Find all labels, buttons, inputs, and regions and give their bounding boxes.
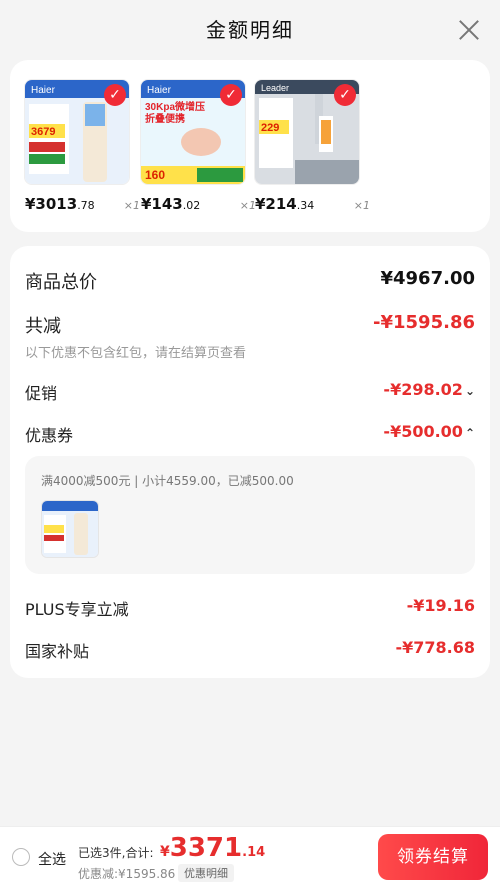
svg-text:Haier: Haier [147,85,172,96]
total-price-row: 商品总价 ¥4967.00 [25,268,475,293]
reduction-note: 以下优惠不包含红包，请在结算页查看 [25,346,247,361]
subsidy-label: 国家补贴 [25,642,90,661]
coupon-row[interactable]: 优惠券 -¥500.00 ⌃ [25,422,475,446]
product-list-card: Haier 3679 ✓ ¥3013.78 ×1 Haier 30Kpa微增压 … [10,60,490,232]
svg-text:229: 229 [261,122,279,134]
page-title: 金额明细 [206,18,294,42]
plus-label: PLUS专享立减 [25,600,129,619]
select-all-radio[interactable] [12,848,30,866]
promo-value[interactable]: -¥298.02 ⌄ [383,380,475,399]
discount-text: 优惠减:¥1595.86 [78,867,176,881]
product-image[interactable]: Leader 229 ✓ [254,79,360,185]
product-quantity: ×1 [353,199,370,212]
plus-value: -¥19.16 [406,596,475,615]
product-image[interactable]: Haier 3679 ✓ [24,79,130,185]
promo-row[interactable]: 促销 -¥298.02 ⌄ [25,380,475,404]
product-price: ¥143.02 [141,195,201,213]
promo-label: 促销 [25,384,58,403]
product-item[interactable]: Haier 30Kpa微增压 折叠便携 160 ✓ ¥143.02 ×1 [140,79,256,213]
svg-text:折叠便携: 折叠便携 [145,112,185,125]
svg-text:3679: 3679 [31,126,55,138]
chevron-down-icon[interactable]: ⌄ [465,384,475,398]
product-price: ¥3013.78 [25,195,95,213]
coupon-detail-box: 满4000减500元 | 小计4559.00，已减500.00 [25,456,475,574]
total-price-value: ¥4967.00 [380,268,475,289]
coupon-detail-text: 满4000减500元 | 小计4559.00，已减500.00 [41,474,294,488]
checkout-bar: 全选 已选3件,合计: ¥3371.14 优惠减:¥1595.86 优惠明细 领… [0,826,500,882]
chevron-up-icon[interactable]: ⌃ [465,426,475,440]
selected-check-icon[interactable]: ✓ [104,84,126,106]
discount-detail-button[interactable]: 优惠明细 [178,864,234,882]
selected-check-icon[interactable]: ✓ [334,84,356,106]
header-bar: 金额明细 [0,0,500,58]
total-amount: ¥3371.14 [160,833,266,863]
subsidy-row: 国家补贴 -¥778.68 [25,638,475,662]
selected-count: 已选3件,合计: [78,846,154,860]
reduction-label: 共减 [25,316,61,337]
product-item[interactable]: Leader 229 ✓ ¥214.34 ×1 [254,79,370,213]
product-quantity: ×1 [123,199,140,212]
coupon-value[interactable]: -¥500.00 ⌃ [383,422,475,441]
reduction-row: 共减 -¥1595.86 以下优惠不包含红包，请在结算页查看 [25,312,475,362]
svg-text:160: 160 [145,168,165,182]
svg-text:30Kpa微增压: 30Kpa微增压 [145,100,205,113]
brand-text: Haier [31,85,56,96]
select-all-label[interactable]: 全选 [38,849,66,869]
product-item[interactable]: Haier 3679 ✓ ¥3013.78 ×1 [24,79,140,213]
subsidy-value: -¥778.68 [395,638,475,657]
selected-check-icon[interactable]: ✓ [220,84,242,106]
product-quantity: ×1 [239,199,256,212]
total-price-label: 商品总价 [25,272,97,293]
amount-summary-card: 商品总价 ¥4967.00 共减 -¥1595.86 以下优惠不包含红包，请在结… [10,246,490,678]
plus-row: PLUS专享立减 -¥19.16 [25,596,475,620]
coupon-label: 优惠券 [25,426,74,445]
reduction-value: -¥1595.86 [373,312,475,333]
checkout-button[interactable]: 领券结算 [378,834,488,880]
product-image[interactable]: Haier 30Kpa微增压 折叠便携 160 ✓ [140,79,246,185]
svg-text:Leader: Leader [261,83,289,93]
close-icon[interactable] [458,19,480,41]
coupon-product-image [41,500,99,558]
product-price: ¥214.34 [255,195,315,213]
